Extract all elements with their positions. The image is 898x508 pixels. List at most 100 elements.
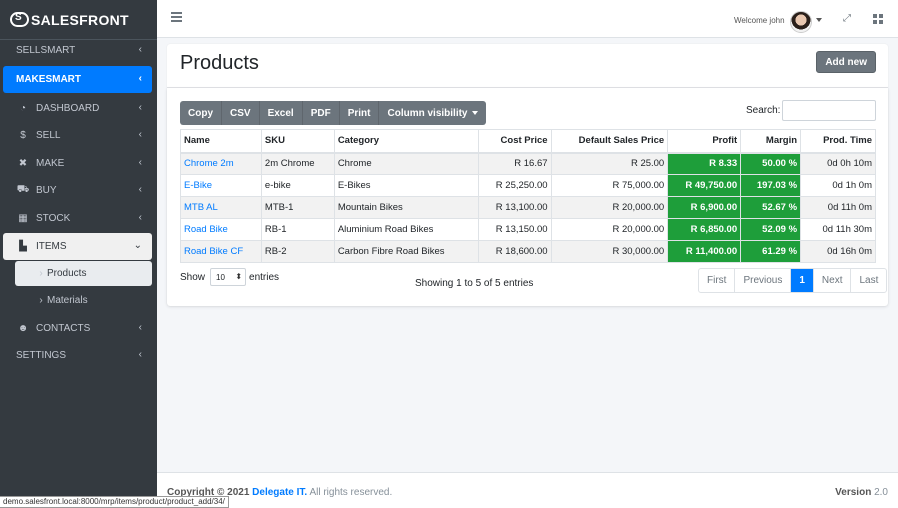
print-button[interactable]: Print <box>340 101 380 125</box>
version-label: Version <box>835 487 872 498</box>
entries-per-page-select[interactable]: 10 <box>210 268 247 286</box>
column-header-margin[interactable]: Margin <box>740 129 802 154</box>
pdf-button[interactable]: PDF <box>303 101 340 125</box>
prod-time-cell: 0d 11h 0m <box>800 196 876 219</box>
sidebar-item-settings[interactable]: SETTINGS ‹ <box>3 342 152 369</box>
search-label: Search: <box>746 105 781 116</box>
warehouse-icon: ▦ <box>18 213 28 224</box>
sku-cell: e-bike <box>260 174 335 197</box>
brand-name: SALESFRONT <box>31 11 129 28</box>
entries-label: entries <box>249 271 280 283</box>
sku-cell: 2m Chrome <box>260 152 335 175</box>
user-menu-caret-icon[interactable] <box>816 18 822 22</box>
table-header-row: Name SKU Category Cost Price Default Sal… <box>180 129 876 154</box>
sidebar-item-sellsmart[interactable]: SELLSMART ‹ <box>3 37 152 64</box>
table-row: Chrome 2m 2m Chrome Chrome R 16.67 R 25.… <box>180 152 876 175</box>
column-header-default-sales-price[interactable]: Default Sales Price <box>550 129 669 154</box>
product-link[interactable]: MTB AL <box>184 202 218 213</box>
sidebar-item-contacts[interactable]: ☻ CONTACTS ‹ <box>3 315 152 342</box>
sales-price-cell: R 30,000.00 <box>550 240 669 263</box>
product-name-cell[interactable]: MTB AL <box>180 196 262 219</box>
column-header-profit[interactable]: Profit <box>667 129 742 154</box>
rights-text: All rights reserved. <box>309 487 393 498</box>
sidebar-item-stock[interactable]: ▦ STOCK ‹ <box>3 205 152 232</box>
sidebar-item-label: Products <box>47 268 87 279</box>
product-name-cell[interactable]: Chrome 2m <box>180 152 262 175</box>
column-header-cost-price[interactable]: Cost Price <box>477 129 552 154</box>
tools-icon: ✖ <box>18 158 28 169</box>
sidebar-item-items[interactable]: ▙ ITEMS ⌄ <box>3 233 152 260</box>
sidebar-item-label: SELL <box>36 130 61 141</box>
company-link[interactable]: Delegate IT. <box>252 487 307 498</box>
excel-button[interactable]: Excel <box>260 101 303 125</box>
category-cell: E-Bikes <box>333 174 479 197</box>
copy-button[interactable]: Copy <box>180 101 222 125</box>
column-visibility-label: Column visibility <box>387 107 468 119</box>
product-link[interactable]: Road Bike CF <box>184 246 243 257</box>
cart-icon: ⛟ <box>16 184 30 195</box>
next-page-button[interactable]: Next <box>814 269 852 292</box>
table-row: E-Bike e-bike E-Bikes R 25,250.00 R 75,0… <box>180 174 876 197</box>
sales-price-cell: R 25.00 <box>550 152 669 175</box>
apps-grid-icon[interactable] <box>873 14 883 24</box>
previous-page-button[interactable]: Previous <box>735 269 792 292</box>
profit-cell: R 6,850.00 <box>667 218 742 241</box>
chevron-right-icon: › <box>39 268 43 279</box>
sidebar-item-label: BUY <box>36 185 57 196</box>
chevron-left-icon: ‹ <box>138 129 142 140</box>
logo-icon <box>10 12 29 27</box>
sales-price-cell: R 75,000.00 <box>550 174 669 197</box>
product-name-cell[interactable]: Road Bike CF <box>180 240 262 263</box>
sidebar-item-make[interactable]: ✖ MAKE ‹ <box>3 150 152 177</box>
chevron-left-icon: ‹ <box>138 212 142 223</box>
product-name-cell[interactable]: Road Bike <box>180 218 262 241</box>
product-link[interactable]: E-Bike <box>184 180 212 191</box>
browser-status-url: demo.salesfront.local:8000/mrp/items/pro… <box>0 496 229 508</box>
add-new-button[interactable]: Add new <box>816 51 876 73</box>
chevron-left-icon: ‹ <box>138 349 142 360</box>
product-link[interactable]: Road Bike <box>184 224 228 235</box>
chevron-left-icon: ‹ <box>138 157 142 168</box>
column-header-prod-time[interactable]: Prod. Time <box>800 129 876 154</box>
column-visibility-button[interactable]: Column visibility <box>379 101 485 125</box>
chevron-left-icon: ‹ <box>138 102 142 113</box>
chevron-left-icon: ‹ <box>138 184 142 195</box>
sidebar-item-dashboard[interactable]: ◔ DASHBOARD ‹ <box>3 95 152 122</box>
product-name-cell[interactable]: E-Bike <box>180 174 262 197</box>
prod-time-cell: 0d 1h 0m <box>800 174 876 197</box>
sidebar: SALESFRONT SELLSMART ‹ MAKESMART ‹ ◔ DAS… <box>0 0 157 508</box>
show-label: Show <box>180 271 206 283</box>
product-link[interactable]: Chrome 2m <box>184 158 234 169</box>
csv-button[interactable]: CSV <box>222 101 260 125</box>
export-button-group: Copy CSV Excel PDF Print Column visibili… <box>180 101 486 125</box>
column-header-category[interactable]: Category <box>333 129 479 154</box>
column-header-name[interactable]: Name <box>180 129 262 154</box>
sidebar-item-products[interactable]: › Products <box>15 261 152 286</box>
search-input[interactable] <box>782 100 876 121</box>
sidebar-item-label: MAKE <box>36 158 65 169</box>
sidebar-item-buy[interactable]: ⛟ BUY ‹ <box>3 177 152 204</box>
products-card: Copy CSV Excel PDF Print Column visibili… <box>167 88 888 306</box>
page-header: Products Add new <box>167 44 888 88</box>
sku-cell: RB-2 <box>260 240 335 263</box>
caret-down-icon <box>471 111 478 115</box>
last-page-button[interactable]: Last <box>851 269 886 292</box>
first-page-button[interactable]: First <box>699 269 736 292</box>
sidebar-item-makesmart[interactable]: MAKESMART ‹ <box>3 66 152 93</box>
table-row: Road Bike CF RB-2 Carbon Fibre Road Bike… <box>180 240 876 263</box>
chevron-left-icon: ‹ <box>138 73 142 84</box>
page-1-button[interactable]: 1 <box>791 269 814 292</box>
menu-toggle-icon[interactable] <box>171 12 182 22</box>
sidebar-item-sell[interactable]: $ SELL ‹ <box>3 122 152 149</box>
avatar[interactable] <box>790 11 812 33</box>
fullscreen-icon[interactable]: ⤢ <box>843 14 853 24</box>
margin-cell: 52.09 % <box>740 218 802 241</box>
sidebar-item-materials[interactable]: › Materials <box>15 288 152 313</box>
sales-price-cell: R 20,000.00 <box>550 218 669 241</box>
margin-cell: 61.29 % <box>740 240 802 263</box>
column-header-sku[interactable]: SKU <box>260 129 335 154</box>
chevron-left-icon: ‹ <box>138 44 142 55</box>
category-cell: Carbon Fibre Road Bikes <box>333 240 479 263</box>
profit-cell: R 11,400.00 <box>667 240 742 263</box>
brand[interactable]: SALESFRONT <box>0 0 157 40</box>
